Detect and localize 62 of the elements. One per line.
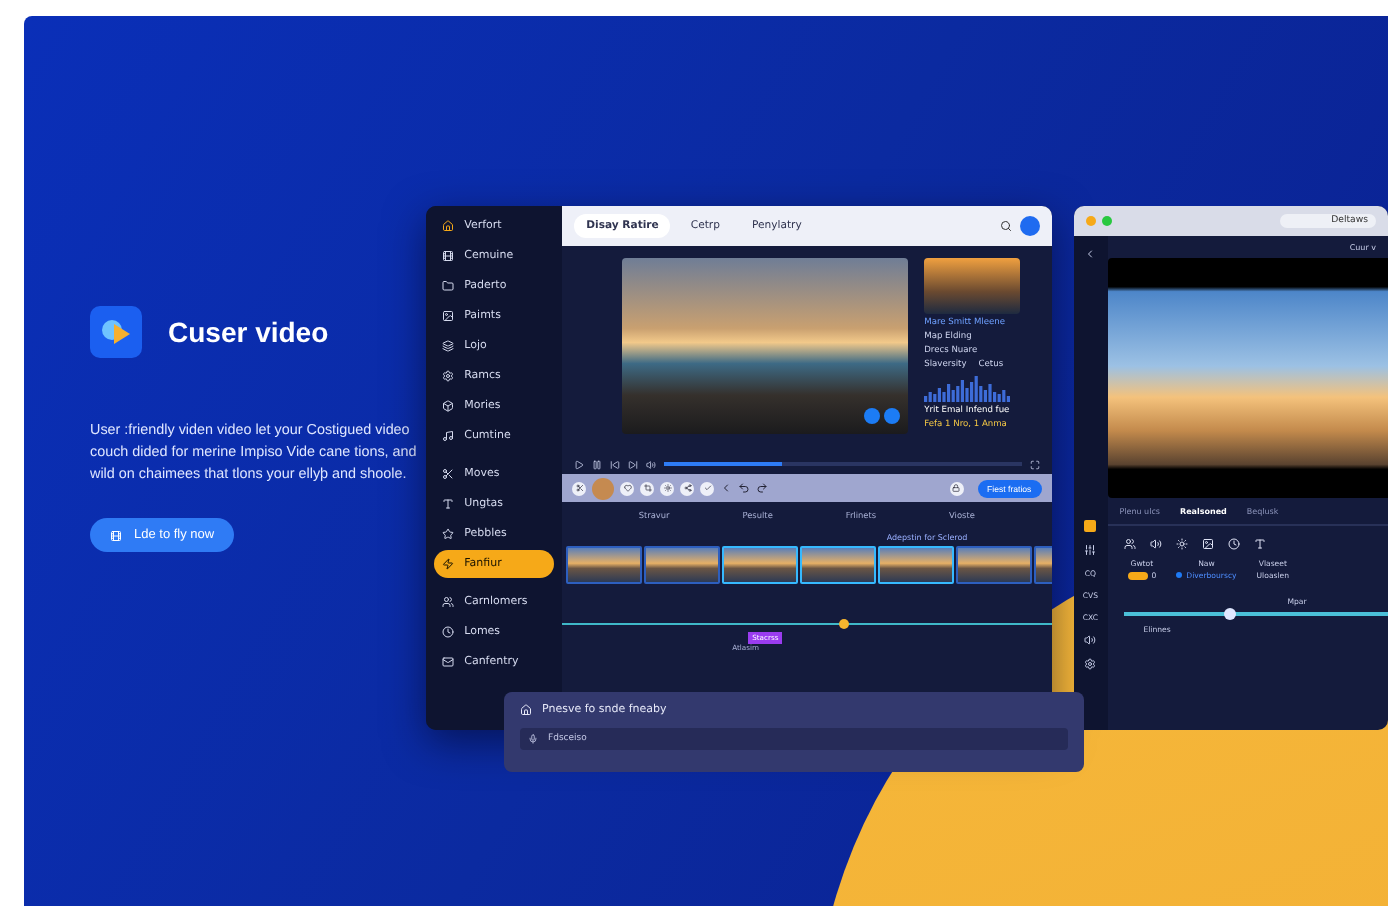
menu-icon: [442, 528, 455, 540]
photo-placeholder: [924, 258, 1021, 314]
film-icon: [110, 529, 122, 541]
menu-icon: [442, 498, 455, 510]
skip-back-icon[interactable]: [610, 459, 621, 469]
redo-icon[interactable]: [756, 482, 769, 494]
undo-icon[interactable]: [738, 482, 751, 494]
skip-forward-icon[interactable]: [628, 459, 639, 469]
tool-button[interactable]: [572, 481, 587, 495]
menu-icon: [442, 310, 455, 322]
search-icon[interactable]: [999, 220, 1012, 232]
text-icon[interactable]: [1253, 538, 1266, 550]
clip-thumbnail[interactable]: [566, 546, 643, 584]
tool-button[interactable]: [640, 481, 655, 495]
window-dot[interactable]: [1101, 216, 1112, 226]
app-icon[interactable]: [1084, 520, 1097, 532]
menu-icon: [442, 656, 455, 668]
settings-icon[interactable]: [1084, 658, 1097, 670]
menu-icon: [442, 596, 455, 608]
sliders-icon[interactable]: [1084, 544, 1097, 556]
menu-icon: [442, 280, 455, 292]
status-dot: [1176, 572, 1183, 578]
logo-icon: [90, 306, 142, 358]
avatar[interactable]: [1019, 216, 1040, 236]
people-icon[interactable]: [1123, 538, 1136, 550]
play-icon[interactable]: [574, 459, 585, 469]
clip-thumbnail[interactable]: [956, 546, 1033, 584]
menu-icon: [442, 468, 455, 480]
clip-thumbnail[interactable]: [644, 546, 721, 584]
clip-thumbnail[interactable]: [800, 546, 877, 584]
mic-button[interactable]: [884, 408, 901, 424]
volume-icon[interactable]: [646, 459, 657, 469]
camera-button[interactable]: [864, 408, 881, 424]
clock-icon[interactable]: [1227, 538, 1240, 550]
waveform-drawing: [924, 374, 1013, 402]
back-icon[interactable]: [1084, 248, 1097, 260]
window-dot[interactable]: [1085, 216, 1096, 226]
menu-icon: [442, 400, 455, 412]
tool-button[interactable]: [660, 481, 675, 495]
volume-icon[interactable]: [1084, 634, 1097, 646]
image-icon[interactable]: [1201, 538, 1214, 550]
pause-icon[interactable]: [592, 459, 603, 469]
clip-thumbnail[interactable]: [878, 546, 955, 584]
menu-icon: [442, 558, 455, 570]
menu-icon: [442, 340, 455, 352]
slider-thumb[interactable]: [1223, 607, 1236, 619]
menu-icon: [442, 430, 455, 442]
toggle-switch[interactable]: [1127, 571, 1148, 579]
app-title: Cuser video: [168, 316, 329, 348]
menu-icon: [442, 626, 455, 638]
sun-icon[interactable]: [1175, 538, 1188, 550]
fullscreen-icon[interactable]: [1029, 459, 1040, 469]
clip-thumbnail[interactable]: [722, 546, 799, 584]
menu-icon: [442, 370, 455, 382]
volume-icon[interactable]: [1149, 538, 1162, 550]
tool-button[interactable]: [620, 481, 635, 495]
menu-icon: [442, 250, 455, 262]
mic-icon: [528, 734, 538, 744]
avatar: [592, 477, 615, 499]
home-icon: [520, 704, 532, 716]
tool-button[interactable]: [680, 481, 695, 495]
lock-button[interactable]: [949, 481, 963, 495]
